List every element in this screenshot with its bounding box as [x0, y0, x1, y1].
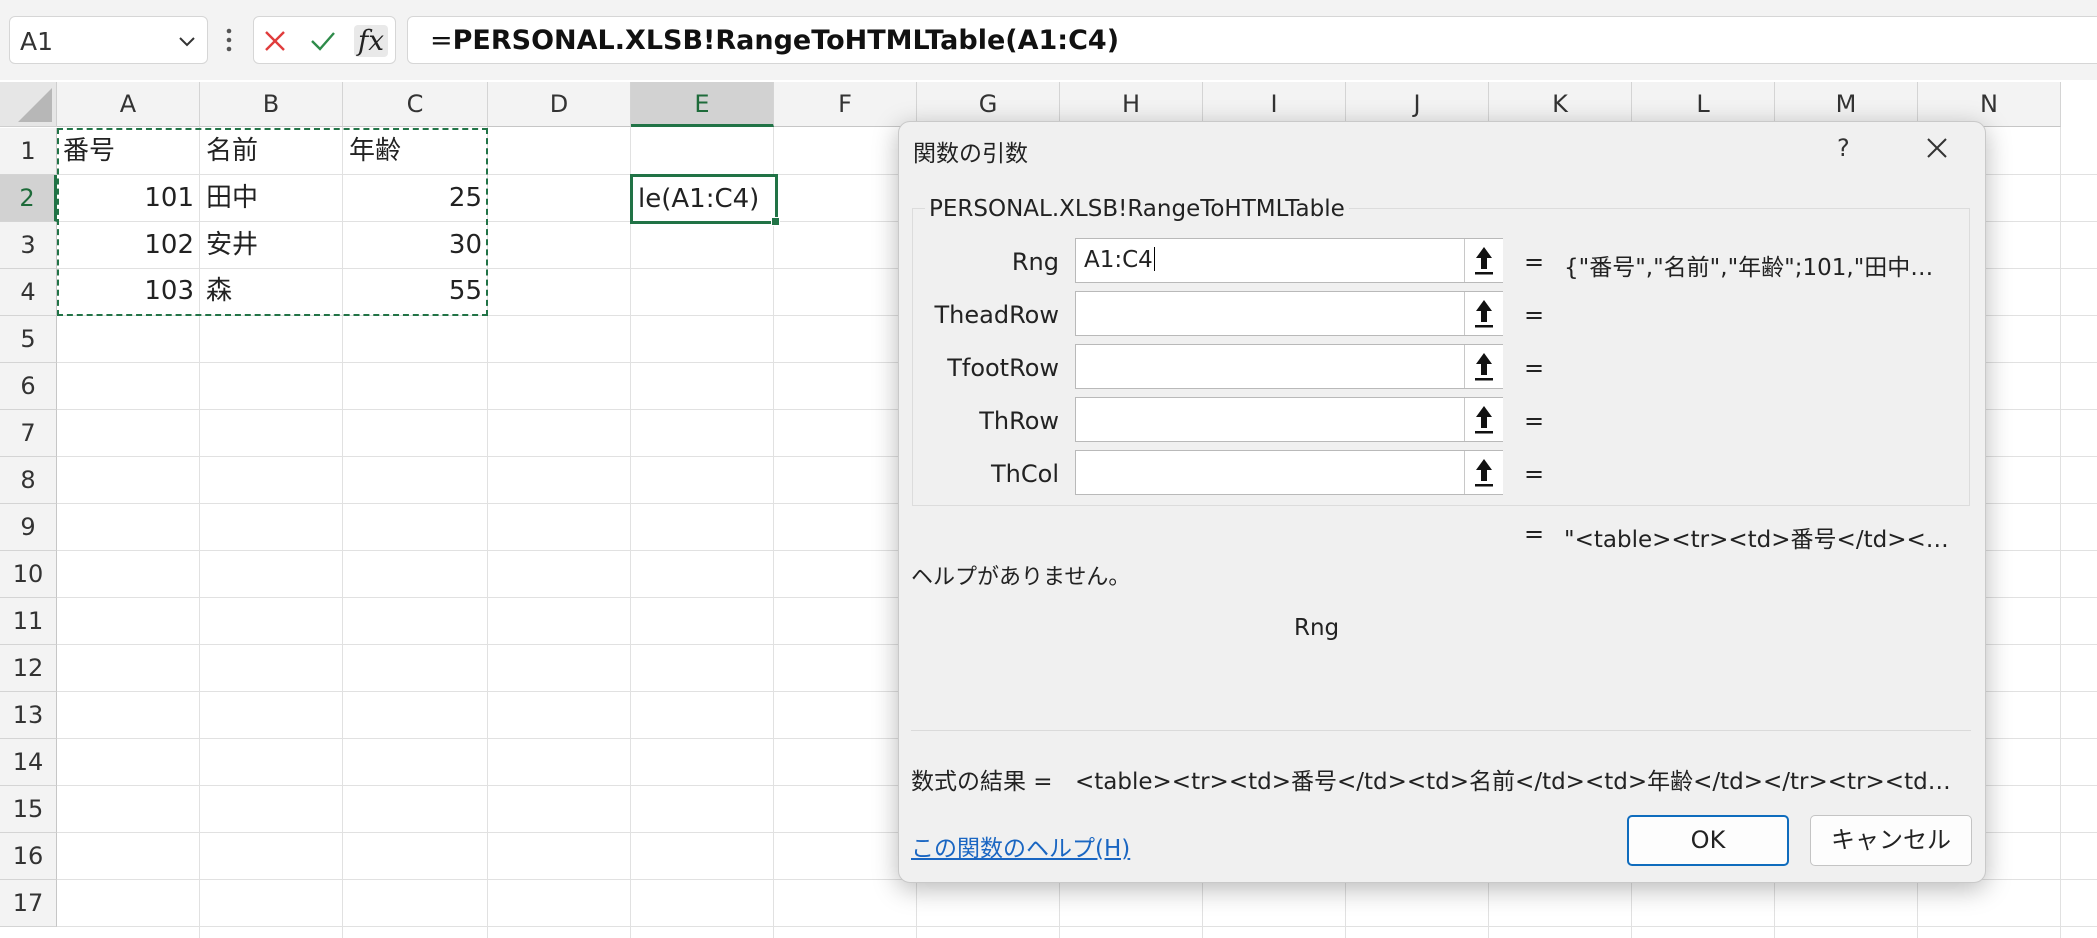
- chevron-down-icon[interactable]: [177, 31, 197, 51]
- formula-bar: A1 fx =PERSONAL.XLSB!RangeToHTMLTable(A1…: [0, 0, 2097, 80]
- name-box[interactable]: A1: [9, 16, 208, 64]
- ok-button[interactable]: OK: [1627, 815, 1789, 866]
- range-select-icon: [1475, 459, 1493, 487]
- row-header-16[interactable]: 16: [0, 833, 57, 880]
- collapse-dialog-button[interactable]: [1464, 398, 1503, 441]
- formula-input[interactable]: =PERSONAL.XLSB!RangeToHTMLTable(A1:C4): [407, 16, 2097, 64]
- function-result-preview: "<table><tr><td>番号</td><…: [1564, 527, 1949, 553]
- fill-handle[interactable]: [771, 217, 780, 226]
- function-name: PERSONAL.XLSB!RangeToHTMLTable: [925, 196, 1349, 222]
- row-header-2[interactable]: 2: [0, 175, 57, 222]
- cancel-button[interactable]: キャンセル: [1810, 815, 1972, 866]
- arg-input-tfootrow[interactable]: [1075, 344, 1503, 389]
- arg-label-rng: Rng: [1011, 248, 1059, 276]
- arg-label-thcol: ThCol: [991, 460, 1059, 488]
- range-select-icon: [1475, 247, 1493, 275]
- column-header-c[interactable]: C: [343, 82, 488, 127]
- row-header-8[interactable]: 8: [0, 457, 57, 504]
- dialog-title: 関数の引数: [913, 141, 1028, 167]
- column-header-f[interactable]: F: [774, 82, 917, 127]
- function-arguments-dialog: 関数の引数 ? PERSONAL.XLSB!RangeToHTMLTable R…: [898, 121, 1986, 883]
- select-all-button[interactable]: [0, 82, 57, 127]
- row-header-12[interactable]: 12: [0, 645, 57, 692]
- formula-result-label: 数式の結果 =: [911, 769, 1053, 795]
- close-icon[interactable]: [1923, 134, 1951, 162]
- gridline: [773, 127, 774, 938]
- row-header-10[interactable]: 10: [0, 551, 57, 598]
- row-header-11[interactable]: 11: [0, 598, 57, 645]
- collapse-dialog-button[interactable]: [1464, 345, 1503, 388]
- row-header-4[interactable]: 4: [0, 269, 57, 316]
- row-header-6[interactable]: 6: [0, 363, 57, 410]
- arg-equals-throw: =: [1524, 407, 1545, 435]
- arg-label-throw: ThRow: [979, 407, 1059, 435]
- column-header-d[interactable]: D: [488, 82, 631, 127]
- collapse-dialog-button[interactable]: [1464, 239, 1503, 282]
- row-header-1[interactable]: 1: [0, 128, 57, 175]
- formula-text: PERSONAL.XLSB!RangeToHTMLTable(A1:C4): [452, 25, 1120, 56]
- kebab-icon[interactable]: [225, 24, 233, 56]
- arg-input-throw[interactable]: [1075, 397, 1503, 442]
- arg-label-tfootrow: TfootRow: [947, 354, 1059, 382]
- active-cell-text: le(A1:C4): [638, 184, 760, 214]
- row-header-13[interactable]: 13: [0, 692, 57, 739]
- active-cell-E2[interactable]: le(A1:C4): [630, 174, 780, 226]
- gridline: [630, 127, 631, 938]
- formula-result-value: <table><tr><td>番号</td><td>名前</td><td>年齢<…: [1075, 769, 1951, 795]
- column-header-b[interactable]: B: [200, 82, 343, 127]
- arg-result-rng: {"番号","名前","年齢";101,"田中…: [1564, 255, 1934, 281]
- arg-equals-rng: =: [1524, 248, 1545, 276]
- help-button[interactable]: ?: [1837, 134, 1850, 162]
- fx-icon[interactable]: fx: [354, 25, 388, 57]
- arg-label-theadrow: TheadRow: [934, 301, 1060, 329]
- arg-input-theadrow[interactable]: [1075, 291, 1503, 336]
- column-header-a[interactable]: A: [57, 82, 200, 127]
- row-header-7[interactable]: 7: [0, 410, 57, 457]
- range-select-icon: [1475, 353, 1493, 381]
- arg-value-rng: A1:C4: [1084, 247, 1153, 273]
- arg-equals-thcol: =: [1524, 460, 1545, 488]
- enter-check-icon[interactable]: [306, 25, 340, 57]
- no-help-text: ヘルプがありません。: [911, 565, 1131, 590]
- divider: [911, 730, 1971, 731]
- arg-input-thcol[interactable]: [1075, 450, 1503, 495]
- row-header-14[interactable]: 14: [0, 739, 57, 786]
- function-result-equals: =: [1524, 520, 1545, 548]
- row-header-9[interactable]: 9: [0, 504, 57, 551]
- row-header-15[interactable]: 15: [0, 786, 57, 833]
- collapse-dialog-button[interactable]: [1464, 292, 1503, 335]
- column-header-e[interactable]: E: [631, 82, 774, 127]
- row-header-17[interactable]: 17: [0, 880, 57, 927]
- copy-marquee: [57, 128, 488, 316]
- range-select-icon: [1475, 300, 1493, 328]
- name-box-value: A1: [20, 27, 54, 56]
- arg-description-name: Rng: [1294, 615, 1340, 641]
- cancel-x-icon[interactable]: [258, 25, 292, 57]
- row-header-3[interactable]: 3: [0, 222, 57, 269]
- arg-equals-theadrow: =: [1524, 301, 1545, 329]
- gridline: [57, 926, 2097, 927]
- arg-input-rng[interactable]: A1:C4: [1075, 238, 1503, 283]
- gridline: [2060, 127, 2061, 938]
- range-select-icon: [1475, 406, 1493, 434]
- formula-buttons: fx: [253, 16, 396, 64]
- row-header-5[interactable]: 5: [0, 316, 57, 363]
- arg-equals-tfootrow: =: [1524, 354, 1545, 382]
- collapse-dialog-button[interactable]: [1464, 451, 1503, 494]
- function-help-link[interactable]: この関数のヘルプ(H): [911, 829, 1130, 863]
- formula-prefix: =: [430, 25, 453, 56]
